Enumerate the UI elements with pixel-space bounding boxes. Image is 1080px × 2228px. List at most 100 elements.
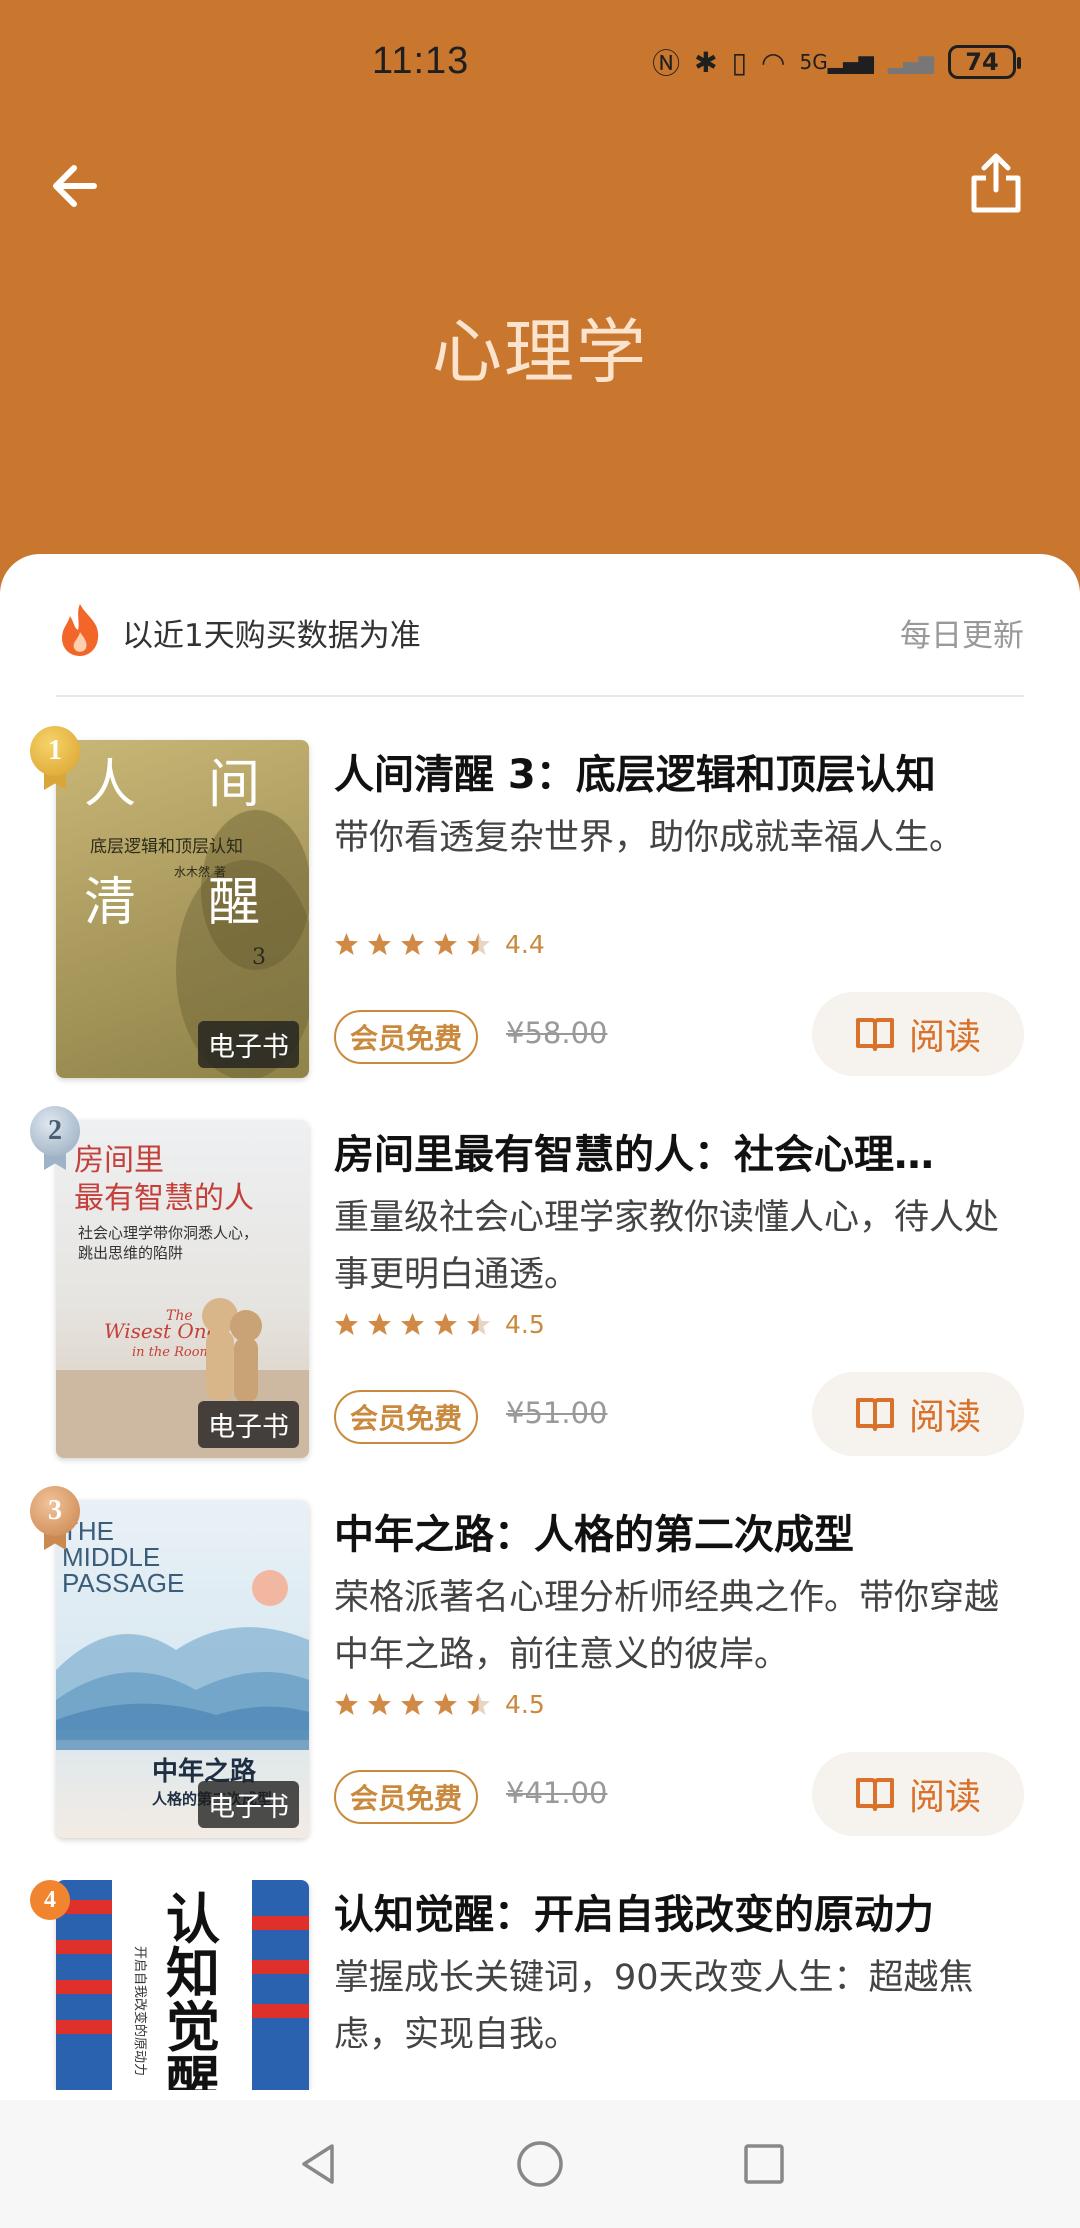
rating-stars bbox=[334, 932, 491, 957]
cover-en-title: PASSAGE bbox=[62, 1568, 184, 1598]
ebook-tag: 电子书 bbox=[198, 1781, 299, 1828]
cover-title-char: 人 bbox=[84, 755, 136, 815]
vip-free-badge: 会员免费 bbox=[334, 1770, 479, 1824]
divider bbox=[56, 695, 1024, 697]
star-icon bbox=[401, 1313, 424, 1335]
book-description: 掌握成长关键词，90天改变人生：超越焦虑，实现自我。 bbox=[334, 1958, 974, 2055]
bluetooth-icon: ✱ bbox=[694, 45, 718, 79]
book-item[interactable]: THE MIDDLE PASSAGE 中年之路 人格的第二次成型 电子书 3 中… bbox=[0, 1486, 1080, 1840]
book-cover[interactable]: 房间里 最有智慧的人 社会心理学带你洞悉人心， 跳出思维的陷阱 The Wise… bbox=[56, 1120, 309, 1458]
header: 11:13 Ⓝ ✱ ▯ ◠ 5G▂▄▆ ▂▄▆ 74 心理学 bbox=[0, 0, 1080, 600]
cover-author: 水木然 著 bbox=[174, 864, 226, 879]
original-price: ¥58.00 bbox=[506, 1016, 608, 1050]
cover-subtitle: 社会心理学带你洞悉人心， bbox=[78, 1224, 258, 1242]
star-icon bbox=[335, 1693, 358, 1715]
page-title: 心理学 bbox=[432, 311, 648, 393]
ranking-basis-text: 以近1天购买数据为准 bbox=[122, 618, 421, 654]
wifi-icon: ◠ bbox=[761, 45, 786, 79]
cover-title-char: 醒 bbox=[208, 873, 260, 933]
read-button[interactable]: 阅读 bbox=[812, 1372, 1024, 1456]
book-title[interactable]: 认知觉醒：开启自我改变的原动力 bbox=[334, 1882, 1024, 1940]
share-icon[interactable] bbox=[966, 150, 1026, 216]
book-open-icon bbox=[855, 1398, 894, 1431]
book-description: 带你看透复杂世界，助你成就幸福人生。 bbox=[334, 818, 965, 858]
rank-badge: 1 bbox=[30, 726, 80, 792]
rating-stars bbox=[334, 1692, 491, 1717]
star-icon bbox=[467, 1313, 490, 1335]
ranking-sheet: 以近1天购买数据为准 每日更新 人 间 清 醒 底层逻辑和顶层认知 水木然 著 … bbox=[0, 554, 1080, 2228]
update-frequency-text: 每日更新 bbox=[900, 618, 1024, 654]
read-button-label: 阅读 bbox=[908, 1397, 981, 1438]
list-header: 以近1天购买数据为准 每日更新 bbox=[56, 596, 1024, 666]
read-button[interactable]: 阅读 bbox=[812, 1752, 1024, 1836]
book-cover[interactable]: 认 知 觉 醒 开启自我改变的原动力 bbox=[56, 1880, 309, 2090]
rating-score: 4.5 bbox=[505, 1690, 545, 1719]
vip-free-badge: 会员免费 bbox=[334, 1010, 479, 1064]
star-icon bbox=[434, 933, 457, 955]
cover-title-line: 房间里 bbox=[74, 1143, 164, 1178]
book-description: 重量级社会心理学家教你读懂人心，待人处事更明白通透。 bbox=[334, 1198, 1000, 1295]
star-icon bbox=[467, 933, 490, 955]
cover-volume: 3 bbox=[252, 945, 266, 970]
ebook-tag: 电子书 bbox=[198, 1401, 299, 1448]
rating-stars bbox=[334, 1312, 491, 1337]
original-price: ¥41.00 bbox=[506, 1776, 608, 1810]
book-open-icon bbox=[855, 1018, 894, 1051]
cover-subtitle: 开启自我改变的原动力 bbox=[132, 1946, 148, 2076]
back-arrow-icon[interactable] bbox=[44, 158, 100, 214]
book-rating: 4.5 bbox=[334, 1690, 545, 1719]
status-icons: Ⓝ ✱ ▯ ◠ 5G▂▄▆ ▂▄▆ 74 bbox=[652, 42, 1021, 82]
star-icon bbox=[434, 1693, 457, 1715]
vibrate-icon: ▯ bbox=[731, 45, 748, 79]
book-description: 荣格派著名心理分析师经典之作。带你穿越中年之路，前往意义的彼岸。 bbox=[334, 1578, 1000, 1675]
status-time: 11:13 bbox=[372, 40, 470, 82]
star-icon bbox=[467, 1693, 490, 1715]
read-button[interactable]: 阅读 bbox=[812, 992, 1024, 1076]
battery-indicator: 74 bbox=[948, 45, 1021, 79]
read-button-label: 阅读 bbox=[908, 1017, 981, 1058]
cover-en-title: Wisest One bbox=[104, 1319, 218, 1343]
signal-icon: ▂▄▆ bbox=[887, 50, 934, 74]
star-icon bbox=[401, 933, 424, 955]
book-title[interactable]: 人间清醒 3：底层逻辑和顶层认知 bbox=[334, 742, 1024, 800]
star-icon bbox=[434, 1313, 457, 1335]
cover-subtitle: 跳出思维的陷阱 bbox=[78, 1244, 183, 1262]
cover-title-char: 醒 bbox=[166, 2049, 220, 2090]
book-item[interactable]: 认 知 觉 醒 开启自我改变的原动力 4 认知觉醒：开启自我改变的原动力 掌握成… bbox=[0, 1880, 1080, 2090]
star-icon bbox=[335, 933, 358, 955]
book-cover[interactable]: THE MIDDLE PASSAGE 中年之路 人格的第二次成型 电子书 bbox=[56, 1500, 309, 1838]
ebook-tag: 电子书 bbox=[198, 1021, 299, 1068]
original-price: ¥51.00 bbox=[506, 1396, 608, 1430]
recents-nav-icon[interactable] bbox=[738, 2138, 790, 2190]
book-title[interactable]: 中年之路：人格的第二次成型 bbox=[334, 1502, 1024, 1560]
status-bar: 11:13 Ⓝ ✱ ▯ ◠ 5G▂▄▆ ▂▄▆ 74 bbox=[0, 40, 1080, 90]
star-icon bbox=[368, 1693, 391, 1715]
star-icon bbox=[368, 933, 391, 955]
cover-subtitle: 底层逻辑和顶层认知 bbox=[90, 837, 243, 857]
5g-signal-icon: 5G▂▄▆ bbox=[799, 50, 874, 74]
book-rating: 4.4 bbox=[334, 930, 545, 959]
system-nav-bar bbox=[0, 2100, 1080, 2228]
cover-title-char: 间 bbox=[208, 755, 260, 815]
rating-score: 4.4 bbox=[505, 930, 545, 959]
back-nav-icon[interactable] bbox=[292, 2138, 344, 2190]
star-icon bbox=[368, 1313, 391, 1335]
cover-title-char: 清 bbox=[84, 873, 136, 933]
book-rating: 4.5 bbox=[334, 1310, 545, 1339]
read-button-label: 阅读 bbox=[908, 1777, 981, 1818]
book-cover[interactable]: 人 间 清 醒 底层逻辑和顶层认知 水木然 著 3 电子书 bbox=[56, 740, 309, 1078]
book-item[interactable]: 房间里 最有智慧的人 社会心理学带你洞悉人心， 跳出思维的陷阱 The Wise… bbox=[0, 1106, 1080, 1460]
cover-title-line: 最有智慧的人 bbox=[74, 1181, 254, 1216]
rank-badge: 3 bbox=[30, 1486, 80, 1552]
book-item[interactable]: 人 间 清 醒 底层逻辑和顶层认知 水木然 著 3 电子书 1 人间清醒 3：底… bbox=[0, 726, 1080, 1080]
home-nav-icon[interactable] bbox=[514, 2138, 566, 2190]
rank-badge: 2 bbox=[30, 1106, 80, 1172]
book-title[interactable]: 房间里最有智慧的人：社会心理… bbox=[334, 1122, 1024, 1180]
cover-en-title: in the Room bbox=[132, 1345, 212, 1360]
nfc-icon: Ⓝ bbox=[652, 47, 681, 80]
book-open-icon bbox=[855, 1778, 894, 1811]
star-icon bbox=[401, 1693, 424, 1715]
vip-free-badge: 会员免费 bbox=[334, 1390, 479, 1444]
star-icon bbox=[335, 1313, 358, 1335]
rating-score: 4.5 bbox=[505, 1310, 545, 1339]
